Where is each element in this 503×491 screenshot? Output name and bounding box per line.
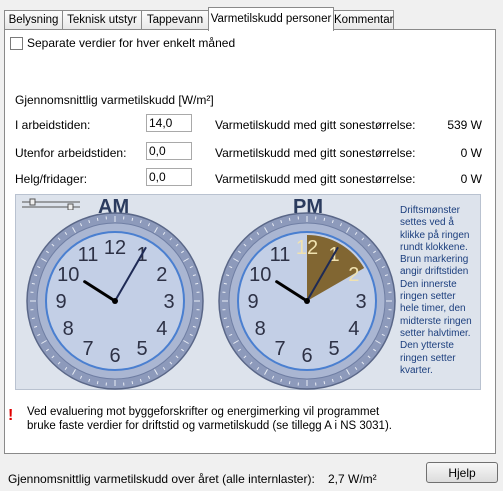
clock-number: 7 [82,338,93,360]
result-value-utenfor: 0 W [460,146,482,160]
clock-number: 7 [274,338,285,360]
tick [195,317,199,320]
tab-teknisk-utstyr[interactable]: Teknisk utstyr [62,10,142,30]
tick [31,317,35,320]
tick [288,217,291,221]
tick [288,381,291,385]
tick [195,282,199,285]
clock-number: 9 [55,291,66,313]
row-label-utenfor: Utenfor arbeidstiden: [15,146,127,160]
tab-varmetilskudd-personer[interactable]: Varmetilskudd personer [208,7,334,31]
arbeidstid-input[interactable]: 14,0 [146,114,192,132]
tab-belysning[interactable]: Belysning [4,10,63,30]
clock-number: 6 [109,345,120,367]
result-label-utenfor: Varmetilskudd med gitt sonestørrelse: [215,146,416,160]
tab-kommentar[interactable]: Kommentar [333,10,394,30]
average-heat-value: 2,7 W/m² [328,472,377,486]
pm-clock[interactable]: 121234567891011 [216,210,398,392]
clock-number: 3 [355,291,366,313]
clock-number: 11 [270,244,291,266]
row-label-helg: Helg/fridager: [15,172,88,186]
clock-number: 5 [136,338,147,360]
clock-number: 5 [328,338,339,360]
tick [96,217,99,221]
tick [323,217,326,221]
tab-bar: Belysning Teknisk utstyr Tappevann Varme… [4,7,404,31]
clock-number: 2 [156,264,167,286]
tick [31,282,35,285]
clock-number: 11 [78,244,99,266]
tick [323,381,326,385]
result-value-arbeidstid: 539 W [447,118,482,132]
help-button[interactable]: Hjelp [426,462,498,483]
result-value-helg: 0 W [460,172,482,186]
row-label-arbeidstid: I arbeidstiden: [15,118,91,132]
clock-number: 10 [249,264,271,286]
tick [96,381,99,385]
separate-values-label[interactable]: Separate verdier for hver enkelt måned [27,36,235,50]
tick [131,217,134,221]
clock-number: 12 [296,237,318,259]
am-clock[interactable]: 121234567891011 [24,210,206,392]
helg-input[interactable]: 0,0 [146,168,192,186]
utenfor-input[interactable]: 0,0 [146,142,192,160]
clock-number: 12 [104,237,126,259]
clock-number: 3 [163,291,174,313]
clock-center [112,298,118,304]
clock-number: 8 [255,318,266,340]
tick [223,282,227,285]
clock-center [304,298,310,304]
clock-number: 6 [301,345,312,367]
clock-number: 4 [156,318,167,340]
tick [387,317,391,320]
clock-number: 10 [57,264,79,286]
warning-text: Ved evaluering mot byggeforskrifter og e… [27,406,392,432]
zoom-slider[interactable] [20,198,82,210]
tick [223,317,227,320]
tick [387,282,391,285]
result-label-arbeidstid: Varmetilskudd med gitt sonestørrelse: [215,118,416,132]
separate-values-checkbox[interactable] [10,37,23,50]
clock-description: Driftsmønster settes ved å klikke på rin… [400,205,472,376]
clock-number: 9 [247,291,258,313]
tab-tappevann[interactable]: Tappevann [141,10,209,30]
clock-number: 8 [63,318,74,340]
result-label-helg: Varmetilskudd med gitt sonestørrelse: [215,172,416,186]
average-heat-label: Gjennomsnittlig varmetilskudd over året … [8,472,315,486]
tick [131,381,134,385]
clock-number: 4 [348,318,359,340]
section-title: Gjennomsnittlig varmetilskudd [W/m²] [15,93,214,107]
warning-icon: ! [8,407,14,424]
clock-number: 2 [348,264,359,286]
